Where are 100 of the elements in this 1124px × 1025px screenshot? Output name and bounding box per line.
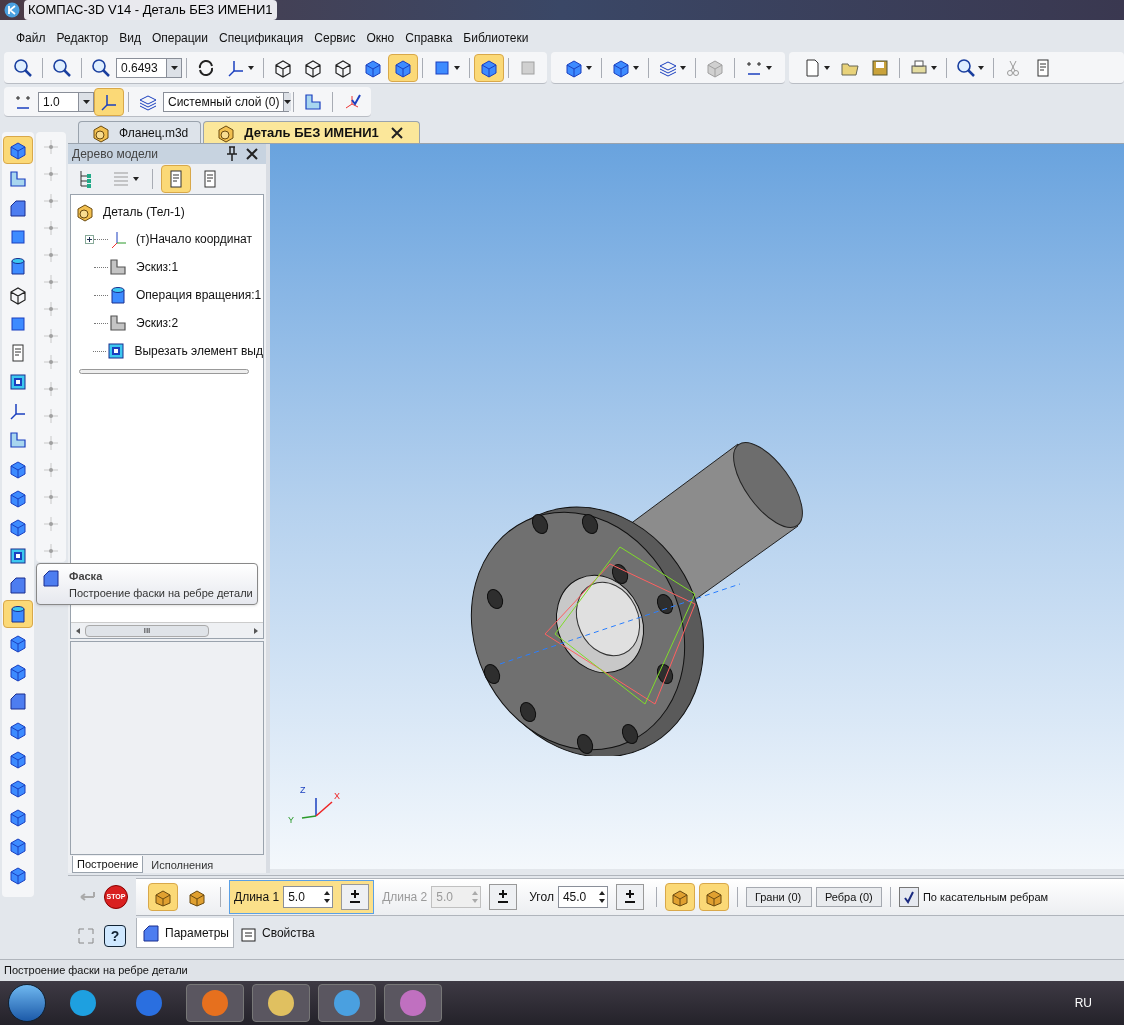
panel-tab[interactable]: Параметры (136, 918, 234, 948)
checkbox-label: По касательным ребрам (922, 889, 1049, 905)
caret-icon (824, 65, 830, 70)
cube-icon (8, 662, 28, 682)
caret-icon (766, 65, 772, 70)
menu-item[interactable]: Библиотеки (463, 29, 529, 47)
sketch-icon (8, 169, 28, 189)
menu-item[interactable]: Справка (405, 29, 453, 47)
number-field[interactable]: 45.0 (557, 886, 608, 908)
sketch-icon (303, 91, 323, 112)
menu-item[interactable]: Окно (366, 29, 395, 47)
panel-tab[interactable]: Построение (72, 855, 144, 873)
menu-item[interactable]: Редактор (56, 29, 109, 47)
caret-icon (633, 65, 639, 70)
tool-icon (8, 401, 28, 421)
selection-counter-button[interactable]: Грани (0) (745, 887, 812, 907)
expand-icon[interactable] (85, 234, 94, 244)
axis-label: X (334, 790, 340, 803)
chamfer-icon (141, 922, 161, 943)
chamfer-icon (8, 575, 28, 595)
panel-title: Дерево модели (72, 146, 160, 163)
caret-icon (248, 65, 254, 70)
language-indicator[interactable]: RU (1074, 994, 1092, 1012)
toolbar-button[interactable] (388, 53, 418, 82)
menu-item[interactable]: Спецификация (219, 29, 304, 47)
dropdown-arrow-icon (82, 99, 90, 104)
crosshair-icon (76, 926, 96, 946)
cube-icon (8, 459, 28, 479)
scroll-thumb[interactable]: III (85, 624, 209, 637)
sign-button[interactable] (341, 884, 370, 910)
cut-icon (106, 341, 127, 361)
tree-item[interactable]: Вырезать элемент выд (134, 342, 263, 360)
app-logo-icon (4, 2, 20, 18)
menu-item[interactable]: Вид (119, 29, 141, 47)
field-label: Длина 1 (234, 889, 280, 906)
taskbar-app-button[interactable] (318, 984, 376, 1022)
menu-item[interactable]: Сервис (314, 29, 356, 47)
zoom-field[interactable]: 0.6493 (116, 57, 182, 78)
axis-label: Y (288, 814, 294, 827)
selection-counter-button[interactable]: Ребра (0) (815, 887, 882, 907)
cube-icon (8, 633, 28, 653)
tree-item[interactable]: Деталь (Тел-1) (103, 203, 185, 221)
horizontal-scrollbar[interactable] (79, 369, 249, 374)
panel-tab[interactable]: Свойства (233, 918, 319, 948)
menu-item[interactable]: Файл (16, 29, 46, 47)
tree-item[interactable]: (т)Начало координат (136, 230, 252, 248)
tool-icon (8, 604, 28, 624)
cube-icon (8, 865, 28, 885)
chamfer-icon (41, 568, 61, 588)
panel-tab[interactable]: Исполнения (147, 856, 218, 873)
axis-label: Z (300, 784, 306, 797)
cube-icon (8, 720, 28, 740)
document-tab[interactable]: Деталь БЕЗ ИМЕНИ1 (203, 121, 420, 143)
step-field[interactable]: 1.0 (38, 91, 94, 112)
preview-icon (956, 57, 976, 78)
window-title: КОМПАС-3D V14 - Деталь БЕЗ ИМЕНИ1 (24, 0, 277, 20)
revolve-icon (108, 285, 128, 305)
tangent-checkbox[interactable] (898, 887, 919, 907)
tool-icon (8, 372, 28, 392)
chamfer-icon (8, 691, 28, 711)
list-icon (111, 169, 131, 189)
cube-icon (8, 749, 28, 769)
start-button[interactable] (8, 984, 46, 1022)
dropdown-arrow-icon (170, 65, 178, 70)
tool-icon (8, 314, 28, 334)
menu-item[interactable]: Операции (151, 29, 209, 47)
taskbar-app-button[interactable] (252, 984, 310, 1022)
zoom-icon (91, 57, 111, 78)
tool-icon (8, 256, 28, 276)
tree-item[interactable]: Операция вращения:1 (136, 286, 262, 304)
checkmark-icon (901, 890, 916, 904)
document-tab[interactable]: Фланец.m3d (78, 121, 202, 143)
chamfer-icon (8, 198, 28, 218)
axis-triad-drawing (300, 796, 334, 820)
field-label: Угол (529, 889, 554, 906)
rotate-icon (196, 57, 216, 78)
caret-icon (133, 177, 139, 181)
caret-icon (454, 65, 460, 70)
zoom-icon (13, 57, 33, 78)
tool-icon (8, 546, 28, 566)
cube-icon (8, 140, 28, 160)
help-button[interactable]: ? (104, 925, 126, 947)
part-icon (75, 202, 95, 222)
zoom-icon (52, 57, 72, 78)
caret-icon (680, 65, 686, 70)
status-text: Построение фаски на ребре детали (4, 963, 188, 979)
tree-item[interactable]: Эскиз:1 (136, 258, 179, 276)
field-label: Длина 2 (382, 889, 428, 906)
save-icon (870, 57, 890, 78)
tree-item[interactable]: Эскиз:2 (136, 314, 179, 332)
sign-button[interactable] (615, 884, 644, 910)
sketch-icon (108, 313, 128, 333)
cube-icon (8, 778, 28, 798)
caret-icon (931, 65, 937, 70)
sketch-icon (8, 430, 28, 450)
cube-icon (8, 836, 28, 856)
dropdown-arrow-icon (284, 99, 292, 104)
layer-field[interactable]: Системный слой (0) (163, 91, 289, 112)
toolbar-button[interactable] (474, 53, 504, 82)
number-field[interactable]: 5.0 (283, 886, 334, 908)
